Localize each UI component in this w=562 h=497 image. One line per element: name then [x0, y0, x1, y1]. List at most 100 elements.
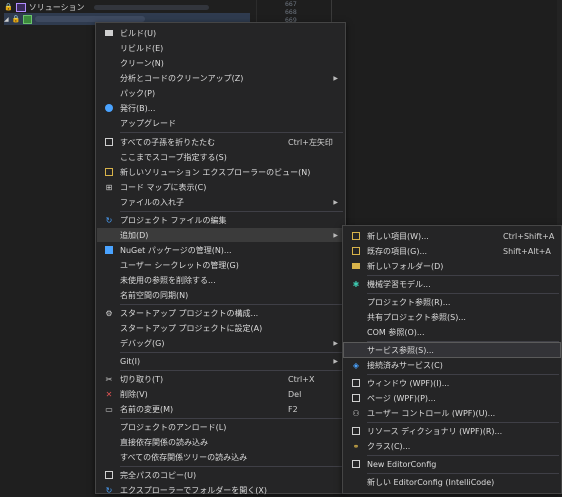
menu-separator	[367, 473, 559, 474]
nuget-icon	[101, 246, 117, 254]
menu-item-edit-project-file[interactable]: ↻ プロジェクト ファイルの編集	[97, 213, 344, 227]
menu-separator	[120, 418, 343, 419]
menu-separator	[367, 275, 559, 276]
submenu-item-page-wpf[interactable]: ページ (WPF)(P)...	[344, 391, 560, 405]
submenu-item-connected-service[interactable]: ◈ 接続済みサービス(C)	[344, 358, 560, 372]
menu-item-load-direct-deps[interactable]: 直接依存関係の読み込み	[97, 435, 344, 449]
menu-item-pack[interactable]: パック(P)	[97, 86, 344, 100]
menu-separator	[367, 293, 559, 294]
code-map-icon: ⊞	[105, 182, 113, 192]
menu-item-clean[interactable]: クリーン(N)	[97, 56, 344, 70]
menu-item-nuget[interactable]: NuGet パッケージの管理(N)...	[97, 243, 344, 257]
copy-icon	[101, 471, 117, 479]
solution-icon	[15, 2, 26, 12]
line-number: 667	[285, 0, 297, 8]
menu-item-user-secrets[interactable]: ユーザー シークレットの管理(G)	[97, 258, 344, 272]
menu-item-cut[interactable]: ✂ 切り取り(T) Ctrl+X	[97, 372, 344, 386]
menu-item-add[interactable]: 追加(D) ▶	[97, 228, 344, 242]
resource-dictionary-icon	[348, 427, 364, 435]
editorconfig-icon	[348, 460, 364, 468]
menu-item-rename[interactable]: ▭ 名前の変更(M) F2	[97, 402, 344, 416]
submenu-item-shared-project-reference[interactable]: 共有プロジェクト参照(S)...	[344, 310, 560, 324]
refresh-icon: ↻	[105, 485, 113, 495]
submenu-item-new-editorconfig[interactable]: New EditorConfig	[344, 457, 560, 471]
menu-item-delete[interactable]: ✕ 削除(V) Del	[97, 387, 344, 401]
user-control-icon: ⚇	[352, 408, 360, 418]
lock-icon: 🔒	[4, 3, 13, 11]
window-icon	[348, 379, 364, 387]
line-number-gutter: 667 668 669	[285, 0, 297, 24]
menu-separator	[120, 304, 343, 305]
menu-item-build[interactable]: ビルド(U)	[97, 26, 344, 40]
submenu-arrow-icon: ▶	[333, 74, 338, 82]
ml-icon: ✱	[352, 279, 360, 289]
submenu-arrow-icon: ▶	[333, 357, 338, 365]
delete-icon: ✕	[105, 389, 113, 399]
menu-item-collapse-all[interactable]: すべての子孫を折りたたむ Ctrl+左矢印	[97, 135, 344, 149]
submenu-item-new-item[interactable]: 新しい項目(W)... Ctrl+Shift+A	[344, 229, 560, 243]
connected-service-icon: ◈	[352, 360, 360, 370]
menu-item-git[interactable]: Git(I) ▶	[97, 354, 344, 368]
menu-separator	[120, 352, 343, 353]
submenu-arrow-icon: ▶	[333, 231, 338, 239]
lock-icon: 🔒	[11, 15, 21, 23]
submenu-item-new-editorconfig-intellicode[interactable]: 新しい EditorConfig (IntelliCode)	[344, 475, 560, 489]
submenu-item-class[interactable]: ⚭ クラス(C)...	[344, 439, 560, 453]
menu-separator	[120, 370, 343, 371]
add-submenu: 新しい項目(W)... Ctrl+Shift+A 既存の項目(G)... Shi…	[342, 225, 562, 494]
submenu-item-ml-model[interactable]: ✱ 機械学習モデル...	[344, 277, 560, 291]
submenu-item-existing-item[interactable]: 既存の項目(G)... Shift+Alt+A	[344, 244, 560, 258]
menu-item-code-map[interactable]: ⊞ コード マップに表示(C)	[97, 180, 344, 194]
new-item-icon	[348, 232, 364, 240]
menu-item-load-all-deps[interactable]: すべての依存関係ツリーの読み込み	[97, 450, 344, 464]
menu-item-upgrade[interactable]: アップグレード	[97, 116, 344, 130]
project-icon	[23, 14, 33, 24]
line-number: 668	[285, 8, 297, 16]
redacted-text	[93, 4, 209, 10]
globe-icon	[101, 104, 117, 112]
collapse-icon	[101, 138, 117, 146]
menu-item-debug[interactable]: デバッグ(G) ▶	[97, 336, 344, 350]
menu-separator	[120, 211, 343, 212]
menu-item-analyze-cleanup[interactable]: 分析とコードのクリーンアップ(Z) ▶	[97, 71, 344, 85]
indent-guide	[331, 0, 332, 22]
edit-icon: ↻	[105, 215, 113, 225]
submenu-item-new-folder[interactable]: 新しいフォルダー(D)	[344, 259, 560, 273]
submenu-arrow-icon: ▶	[333, 198, 338, 206]
menu-separator	[120, 466, 343, 467]
menu-item-new-se-view[interactable]: 新しいソリューション エクスプローラーのビュー(N)	[97, 165, 344, 179]
submenu-item-com-reference[interactable]: COM 参照(O)...	[344, 325, 560, 339]
menu-separator	[367, 341, 559, 342]
menu-separator	[367, 455, 559, 456]
menu-item-copy-full-path[interactable]: 完全パスのコピー(U)	[97, 468, 344, 482]
new-view-icon	[101, 168, 117, 176]
menu-item-sync-namespaces[interactable]: 名前空間の同期(N)	[97, 288, 344, 302]
solution-node[interactable]: 🔒 ソリューション	[4, 1, 209, 13]
folder-icon	[348, 263, 364, 269]
expand-arrow-icon[interactable]: ◢	[4, 16, 9, 23]
rename-icon: ▭	[105, 404, 113, 414]
submenu-item-service-reference[interactable]: サービス参照(S)...	[343, 342, 561, 358]
submenu-item-window-wpf[interactable]: ウィンドウ (WPF)(I)...	[344, 376, 560, 390]
menu-item-open-in-explorer[interactable]: ↻ エクスプローラーでフォルダーを開く(X)	[97, 483, 344, 497]
submenu-item-user-control-wpf[interactable]: ⚇ ユーザー コントロール (WPF)(U)...	[344, 406, 560, 420]
menu-item-scope-to-this[interactable]: ここまでスコープ指定する(S)	[97, 150, 344, 164]
menu-item-remove-unused-refs[interactable]: 未使用の参照を削除する...	[97, 273, 344, 287]
menu-item-configure-startup[interactable]: ⚙ スタートアップ プロジェクトの構成...	[97, 306, 344, 320]
menu-separator	[120, 132, 343, 133]
menu-separator	[367, 374, 559, 375]
existing-item-icon	[348, 247, 364, 255]
submenu-item-resource-dictionary[interactable]: リソース ディクショナリ (WPF)(R)...	[344, 424, 560, 438]
menu-item-rebuild[interactable]: リビルド(E)	[97, 41, 344, 55]
solution-label: ソリューション	[28, 2, 85, 12]
menu-item-file-nesting[interactable]: ファイルの入れ子 ▶	[97, 195, 344, 209]
submenu-item-project-reference[interactable]: プロジェクト参照(R)...	[344, 295, 560, 309]
project-context-menu: ビルド(U) リビルド(E) クリーン(N) 分析とコードのクリーンアップ(Z)…	[95, 22, 346, 497]
menu-item-set-startup[interactable]: スタートアップ プロジェクトに設定(A)	[97, 321, 344, 335]
submenu-arrow-icon: ▶	[333, 339, 338, 347]
menu-item-publish[interactable]: 発行(B)...	[97, 101, 344, 115]
class-icon: ⚭	[352, 441, 360, 451]
page-icon	[348, 394, 364, 402]
menu-item-unload-project[interactable]: プロジェクトのアンロード(L)	[97, 420, 344, 434]
build-icon	[101, 30, 117, 36]
